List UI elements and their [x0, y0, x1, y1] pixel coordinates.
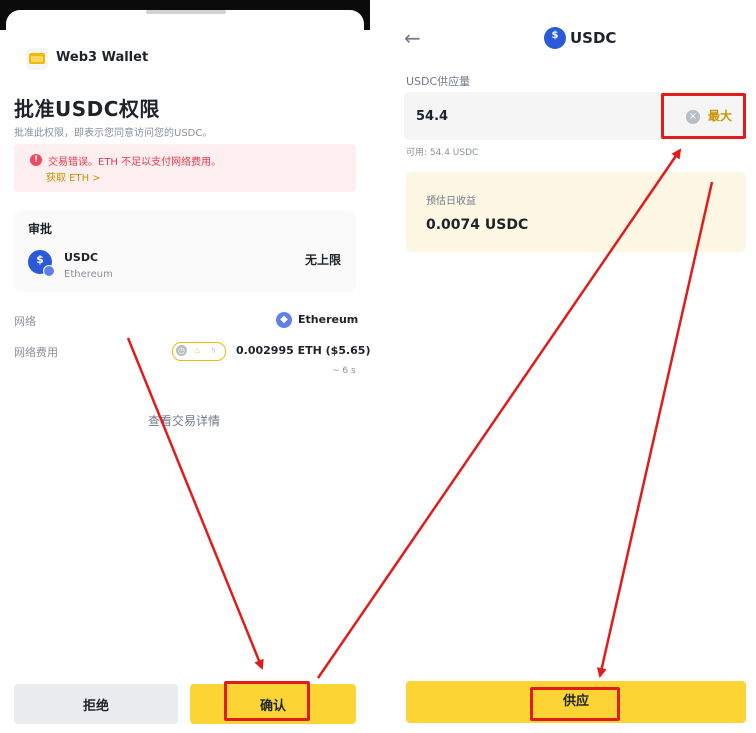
error-message: 交易错误。ETH 不足以支付网络费用。 [48, 157, 222, 168]
approve-token-chain: Ethereum [64, 269, 113, 280]
wallet-title: Web3 Wallet [56, 50, 149, 65]
fee-speed-selector[interactable]: ◷ ♨ ϟ [172, 342, 226, 361]
lightning-icon: ϟ [210, 346, 217, 355]
wallet-icon [26, 48, 48, 70]
network-value: Ethereum [298, 313, 359, 326]
fire-icon: ♨ [193, 346, 202, 355]
max-button[interactable]: 最大 [708, 107, 732, 124]
back-arrow-icon[interactable]: ← [404, 26, 421, 50]
estimated-daily-earnings-value: 0.0074 USDC [426, 217, 529, 233]
approve-amount: 无上限 [305, 253, 342, 267]
network-fee-time: ~ 6 s [332, 366, 356, 376]
network-fee-label: 网络费用 [14, 346, 58, 359]
alert-icon: ! [30, 154, 42, 166]
supply-amount-label: USDC供应量 [406, 75, 471, 88]
reject-button[interactable]: 拒绝 [14, 684, 178, 724]
clear-icon[interactable]: × [686, 110, 700, 124]
network-fee-value: 0.002995 ETH ($5.65) [236, 344, 371, 357]
sheet-handle[interactable] [146, 10, 226, 14]
available-balance: 可用: 54.4 USDC [406, 148, 479, 158]
page-title: 批准USDC权限 [14, 97, 160, 121]
network-label: 网络 [14, 315, 36, 328]
error-banner [14, 144, 356, 192]
clock-icon: ◷ [176, 345, 187, 356]
approve-label: 审批 [28, 222, 53, 236]
confirm-button[interactable]: 确认 [190, 684, 356, 724]
ethereum-icon: ◆ [276, 312, 292, 328]
get-eth-link[interactable]: 获取 ETH > [46, 169, 101, 184]
view-transaction-details-link[interactable]: 查看交易详情 [148, 412, 220, 429]
estimated-daily-earnings-label: 预估日收益 [426, 196, 476, 207]
usdc-token-icon: $ [28, 250, 55, 277]
usdc-icon: $ [544, 27, 566, 49]
page-subtitle: 批准此权限，即表示您同意访问您的USDC。 [14, 128, 213, 139]
estimated-earnings-card [406, 172, 746, 252]
header-title: USDC [570, 29, 617, 47]
supply-amount-input[interactable] [410, 100, 622, 132]
approve-token-name: USDC [64, 251, 99, 264]
supply-button[interactable] [406, 681, 746, 723]
